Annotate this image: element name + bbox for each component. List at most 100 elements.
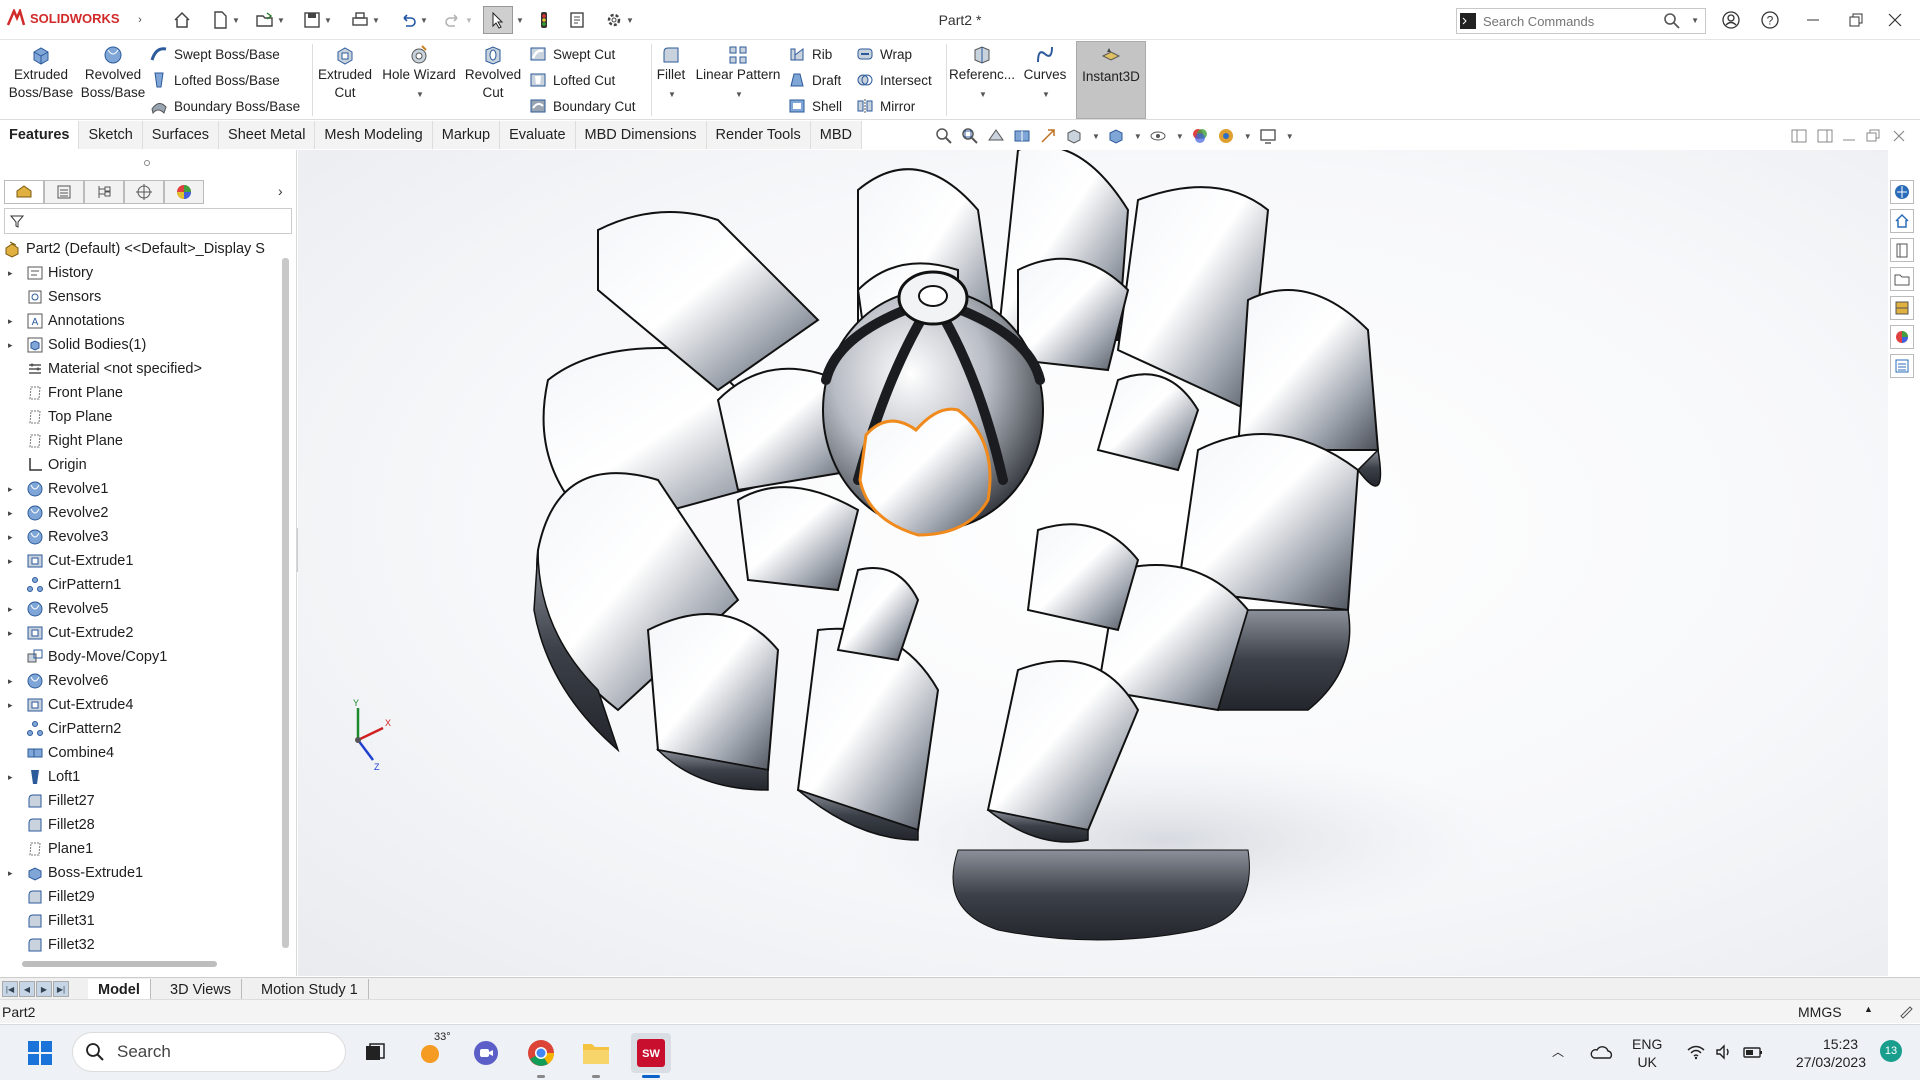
custom-properties-icon[interactable] [1890, 354, 1914, 378]
print-icon[interactable]: ▼ [344, 6, 386, 34]
tab-render-tools[interactable]: Render Tools [706, 121, 811, 149]
tree-vertical-scrollbar[interactable] [282, 258, 289, 948]
tree-item[interactable]: Fillet31 [0, 909, 280, 933]
tab-mesh-modeling[interactable]: Mesh Modeling [315, 121, 433, 149]
tree-item[interactable]: ▸ Cut-Extrude2 [0, 621, 280, 645]
linear-pattern-button[interactable]: Linear Pattern ▼ [692, 44, 784, 104]
tab-motion-study-1[interactable]: Motion Study 1 [251, 979, 369, 1000]
scene-dropdown-icon[interactable]: ▼ [1244, 132, 1252, 141]
display-manager-tab-icon[interactable] [164, 180, 204, 204]
select-dropdown-icon[interactable]: ▼ [514, 6, 524, 34]
restore-icon[interactable] [1839, 6, 1873, 34]
save-icon[interactable]: ▼ [296, 6, 338, 34]
redo-icon[interactable]: ▼ [438, 6, 478, 34]
boundary-boss-button[interactable]: Boundary Boss/Base [150, 95, 300, 117]
tab-mbd[interactable]: MBD [810, 121, 862, 149]
hide-show-items-icon[interactable] [1148, 126, 1168, 146]
draft-button[interactable]: Draft [788, 69, 841, 91]
search-input[interactable] [1479, 13, 1649, 29]
tree-item[interactable]: Front Plane [0, 381, 280, 405]
viewport-tile-icon[interactable] [1790, 128, 1808, 144]
design-library-icon[interactable] [1890, 238, 1914, 262]
tree-item[interactable]: Origin [0, 453, 280, 477]
extruded-boss-button[interactable]: Extruded Boss/Base [6, 44, 76, 102]
search-dropdown-icon[interactable]: ▼ [1691, 16, 1699, 25]
edit-appearance-icon[interactable] [1190, 126, 1210, 146]
swept-boss-button[interactable]: Swept Boss/Base [150, 43, 280, 65]
tree-item[interactable]: Material <not specified> [0, 357, 280, 381]
solidworks-taskbar-icon[interactable]: SW [631, 1033, 671, 1073]
clock[interactable]: 15:23 27/03/2023 [1786, 1035, 1866, 1071]
new-document-icon[interactable]: ▼ [205, 6, 245, 34]
view-orientation-icon[interactable] [1064, 126, 1084, 146]
tab-sketch[interactable]: Sketch [79, 121, 143, 149]
expand-arrow-icon[interactable]: ▸ [8, 484, 20, 495]
curves-button[interactable]: Curves ▼ [1018, 44, 1072, 104]
select-cursor-icon[interactable] [483, 6, 513, 34]
unit-dropdown-icon[interactable]: ▲ [1864, 1004, 1873, 1014]
windows-start-icon[interactable] [20, 1033, 60, 1073]
tree-horizontal-scrollbar[interactable] [22, 961, 217, 967]
search-commands-box[interactable]: ▼ [1456, 8, 1706, 34]
fillet-button[interactable]: Fillet ▼ [652, 44, 690, 104]
onedrive-icon[interactable] [1590, 1043, 1614, 1061]
next-tab-arrow-icon[interactable]: ▶ [36, 981, 52, 997]
tab-surfaces[interactable]: Surfaces [142, 121, 220, 149]
expand-arrow-icon[interactable]: ▸ [8, 676, 20, 687]
file-explorer-taskbar-icon[interactable] [576, 1033, 616, 1073]
lofted-cut-button[interactable]: Lofted Cut [529, 69, 615, 91]
tab-3d-views[interactable]: 3D Views [160, 979, 242, 1000]
dynamic-annotation-icon[interactable] [1038, 126, 1058, 146]
tab-model[interactable]: Model [88, 979, 151, 1000]
expand-arrow-icon[interactable]: ▸ [8, 772, 20, 783]
tab-sheet-metal[interactable]: Sheet Metal [219, 121, 316, 149]
tree-item[interactable]: ▸ Cut-Extrude4 [0, 693, 280, 717]
tree-item[interactable]: Fillet29 [0, 885, 280, 909]
open-document-icon[interactable]: ▼ [249, 6, 291, 34]
menu-expand-icon[interactable]: › [134, 6, 146, 34]
teams-chat-icon[interactable] [466, 1033, 506, 1073]
lofted-boss-button[interactable]: Lofted Boss/Base [150, 69, 280, 91]
tab-markup[interactable]: Markup [432, 121, 501, 149]
close-icon[interactable] [1878, 6, 1912, 34]
reference-geometry-button[interactable]: Referenc... ▼ [949, 44, 1015, 104]
quick-tips-icon[interactable] [1898, 1004, 1914, 1020]
home-task-icon[interactable] [1890, 209, 1914, 233]
property-manager-tab-icon[interactable] [44, 180, 84, 204]
dimxpert-manager-tab-icon[interactable] [124, 180, 164, 204]
show-hidden-icons-icon[interactable]: ︿ [1552, 1043, 1564, 1060]
tree-item[interactable]: Sensors [0, 285, 280, 309]
prev-tab-arrow-icon[interactable]: ◀ [19, 981, 35, 997]
unit-system[interactable]: MMGS [1798, 1004, 1842, 1020]
tree-item[interactable]: CirPattern2 [0, 717, 280, 741]
view-settings-icon[interactable] [1258, 126, 1278, 146]
section-view-icon[interactable] [1012, 126, 1032, 146]
display-style-icon[interactable] [1106, 126, 1126, 146]
tree-item[interactable]: Right Plane [0, 429, 280, 453]
tree-item[interactable]: ▸ Revolve5 [0, 597, 280, 621]
rib-button[interactable]: Rib [788, 43, 832, 65]
revolved-cut-button[interactable]: Revolved Cut [463, 44, 523, 102]
rebuild-icon[interactable] [532, 6, 556, 34]
graphics-area[interactable]: Y X Z [298, 150, 1888, 976]
shell-button[interactable]: Shell [788, 95, 842, 117]
tree-item[interactable]: ▸ Loft1 [0, 765, 280, 789]
view-settings-dropdown-icon[interactable]: ▼ [1286, 132, 1294, 141]
wifi-icon[interactable] [1686, 1043, 1706, 1061]
zoom-to-fit-icon[interactable] [934, 126, 954, 146]
tree-item[interactable]: Top Plane [0, 405, 280, 429]
tree-item[interactable]: ▸ Revolve1 [0, 477, 280, 501]
tree-item[interactable]: CirPattern1 [0, 573, 280, 597]
tree-item[interactable]: Combine4 [0, 741, 280, 765]
hide-show-dropdown-icon[interactable]: ▼ [1176, 132, 1184, 141]
battery-icon[interactable] [1742, 1043, 1764, 1061]
mirror-button[interactable]: Mirror [856, 95, 915, 117]
undo-icon[interactable]: ▼ [392, 6, 434, 34]
expand-arrow-icon[interactable]: ▸ [8, 868, 20, 879]
expand-arrow-icon[interactable]: ▸ [8, 268, 20, 279]
zoom-to-area-icon[interactable] [960, 126, 980, 146]
notification-badge[interactable]: 13 [1880, 1040, 1902, 1062]
swept-cut-button[interactable]: Swept Cut [529, 43, 615, 65]
tree-item[interactable]: Fillet32 [0, 933, 280, 957]
help-icon[interactable]: ? [1753, 6, 1787, 34]
